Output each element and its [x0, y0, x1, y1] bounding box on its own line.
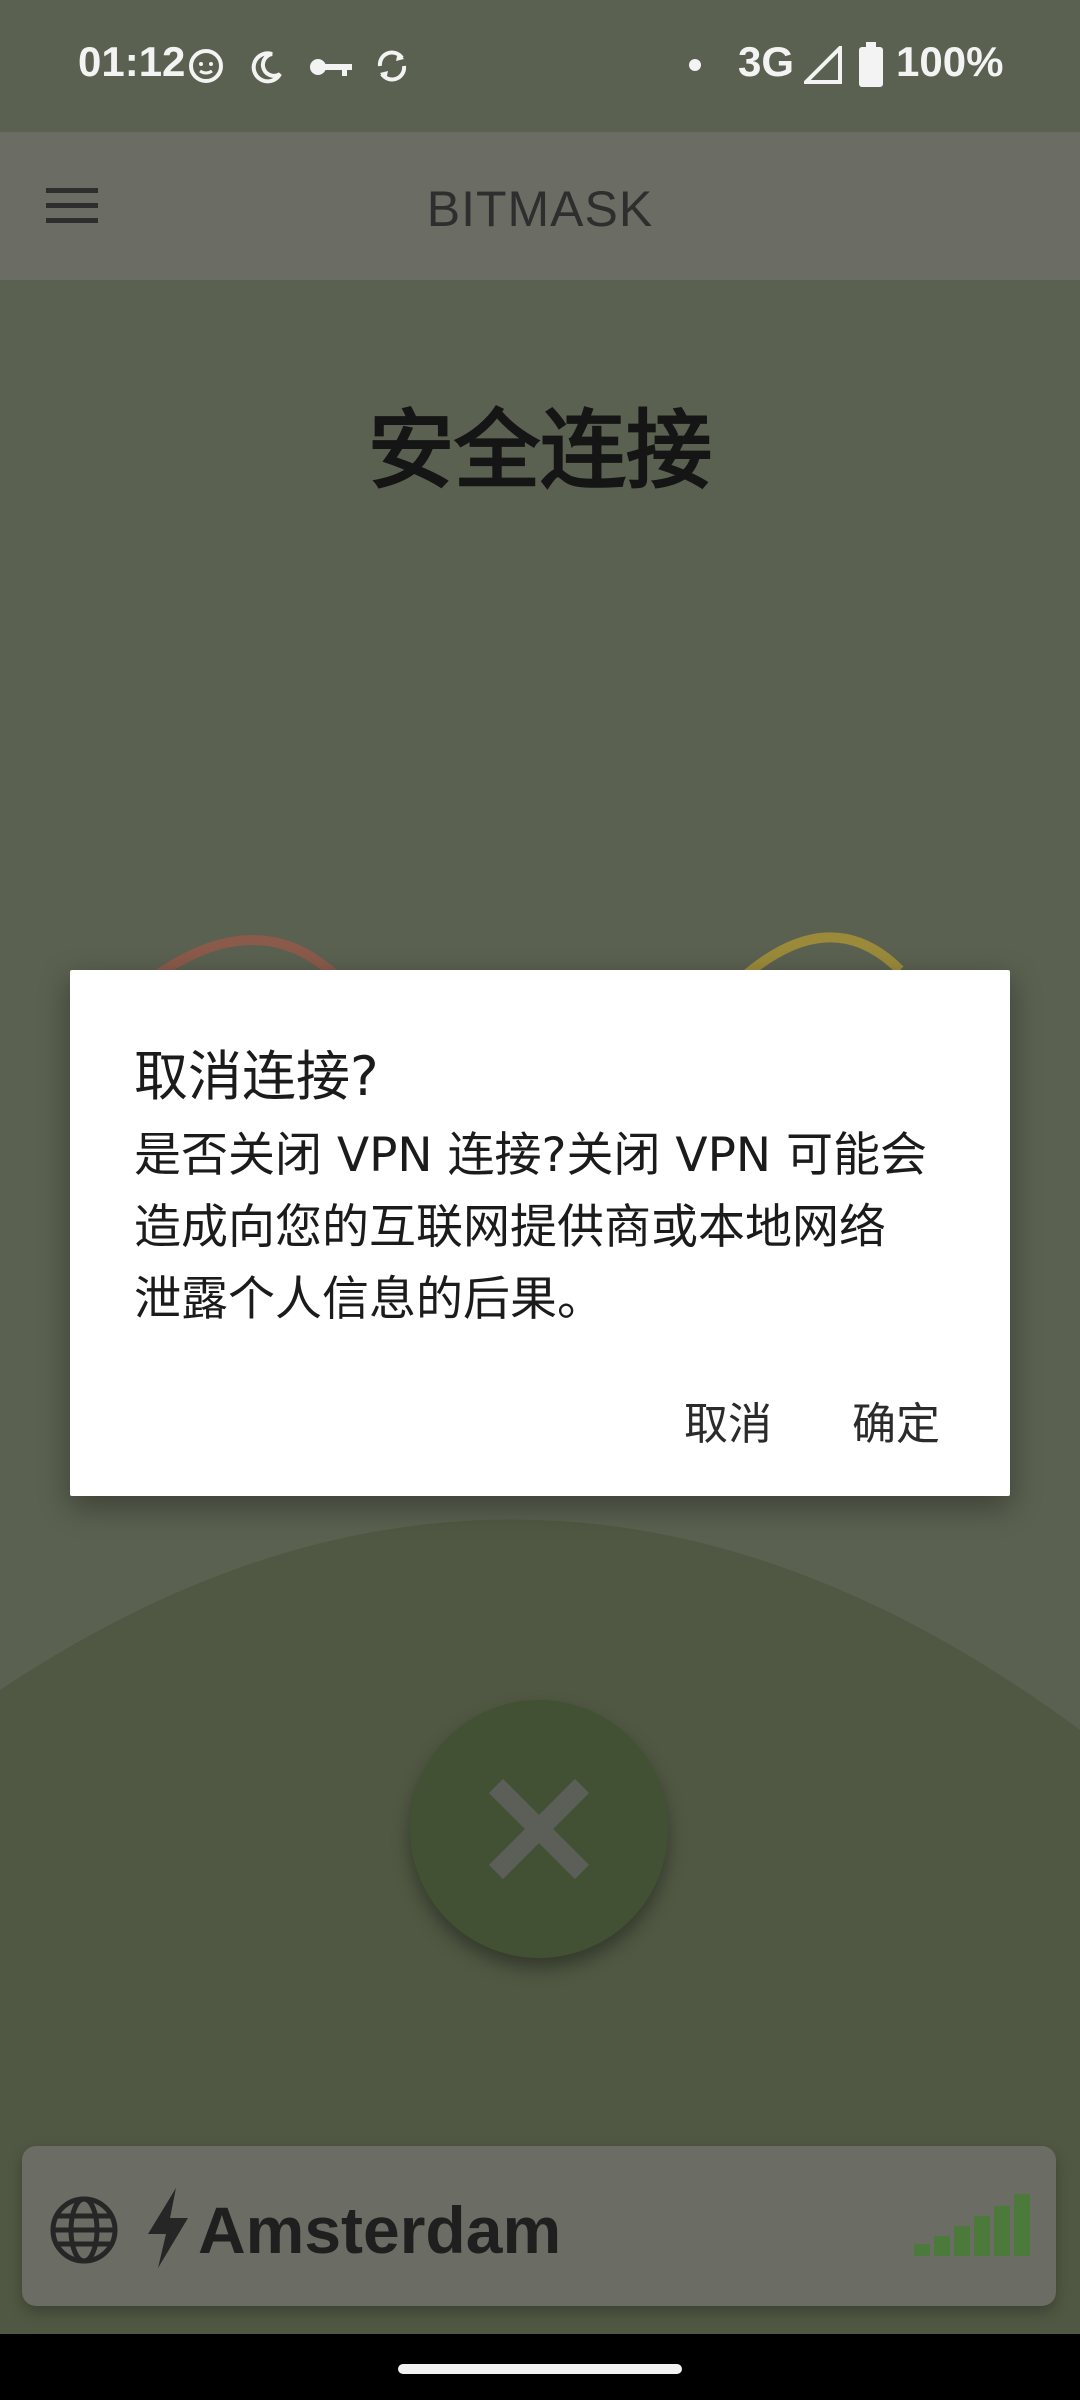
network-type: 3G [738, 38, 795, 85]
globe-icon [50, 2196, 118, 2264]
dialog-message-line: 是否关闭 VPN 连接?关闭 VPN 可能会 [134, 1128, 928, 1183]
location-name: Amsterdam [198, 2193, 562, 2267]
app-bar: BITMASK [0, 132, 1080, 280]
dialog-message-line: 泄露个人信息的后果。 [134, 1272, 604, 1327]
disconnect-button[interactable] [410, 1700, 668, 1958]
dot-icon [689, 59, 701, 71]
close-x-icon [488, 1778, 590, 1880]
signal-strength-icon [914, 2194, 1030, 2256]
connection-headline: 安全连接 [368, 401, 712, 501]
app-title: BITMASK [426, 181, 654, 237]
cancel-button[interactable]: 取消 [684, 1388, 772, 1452]
lightning-icon [148, 2188, 188, 2268]
disconnect-dialog: 取消连接? 是否关闭 VPN 连接?关闭 VPN 可能会 造成向您的互联网提供商… [70, 970, 1010, 1496]
signal-icon [804, 46, 842, 84]
moon-icon [251, 51, 282, 84]
key-icon [310, 59, 352, 76]
dialog-message: 是否关闭 VPN 连接?关闭 VPN 可能会 造成向您的互联网提供商或本地网络 … [134, 1120, 964, 1336]
battery-icon [859, 42, 883, 87]
sync-icon [377, 50, 407, 82]
face-icon [189, 49, 223, 83]
confirm-button[interactable]: 确定 [852, 1388, 940, 1452]
home-gesture-handle[interactable] [398, 2364, 682, 2374]
status-bar: 01:12 3G 100% [0, 0, 1080, 132]
status-time: 01:12 [78, 38, 186, 85]
battery-percent: 100% [896, 38, 1004, 85]
dialog-title: 取消连接? [134, 1045, 379, 1108]
dialog-message-line: 造成向您的互联网提供商或本地网络 [134, 1200, 886, 1255]
